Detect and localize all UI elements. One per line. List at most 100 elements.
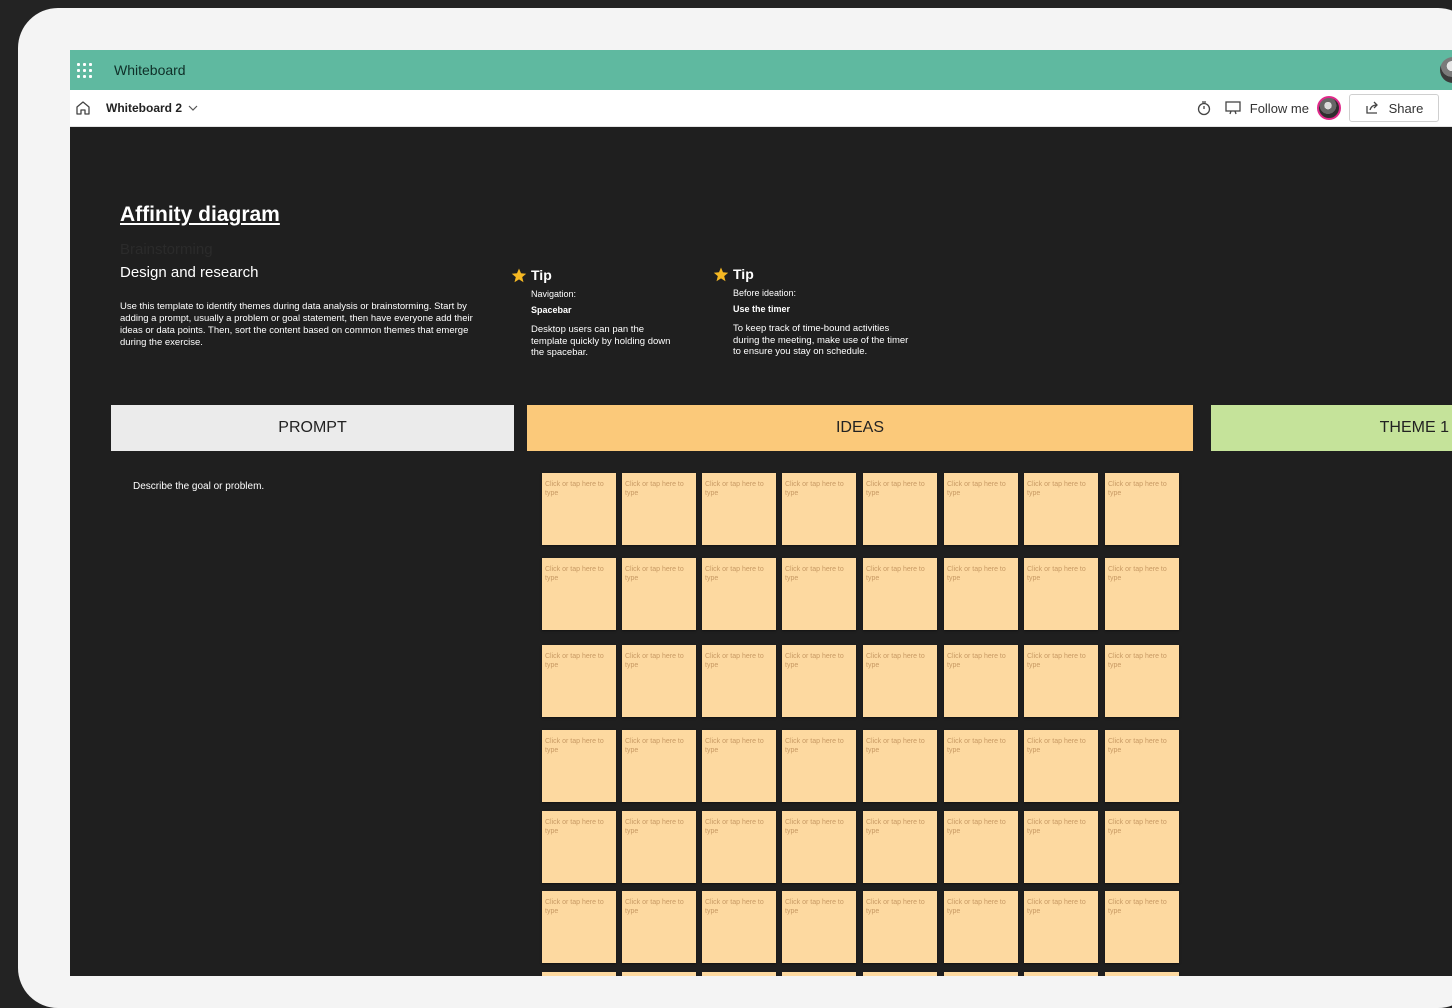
sticky-note[interactable]: Click or tap here to type (622, 972, 696, 976)
sticky-note-placeholder: Click or tap here to type (705, 738, 764, 754)
sticky-note[interactable]: Click or tap here to type (782, 730, 856, 802)
sticky-note[interactable]: Click or tap here to type (782, 891, 856, 963)
sticky-note[interactable]: Click or tap here to type (542, 645, 616, 717)
sticky-note[interactable]: Click or tap here to type (622, 558, 696, 630)
whiteboard-canvas[interactable]: Affinity diagram Brainstorming Design an… (70, 126, 1452, 976)
tip-name: Spacebar (531, 305, 572, 315)
sticky-note[interactable]: Click or tap here to type (1105, 645, 1179, 717)
sticky-note[interactable]: Click or tap here to type (863, 891, 937, 963)
app-launcher-icon[interactable] (77, 62, 93, 78)
sticky-note[interactable]: Click or tap here to type (1105, 972, 1179, 976)
sticky-note[interactable]: Click or tap here to type (782, 645, 856, 717)
sticky-note[interactable]: Click or tap here to type (863, 811, 937, 883)
sticky-note[interactable]: Click or tap here to type (863, 645, 937, 717)
sticky-note-placeholder: Click or tap here to type (785, 819, 844, 835)
sticky-note[interactable]: Click or tap here to type (944, 473, 1018, 545)
sticky-note[interactable]: Click or tap here to type (542, 558, 616, 630)
sticky-note[interactable]: Click or tap here to type (622, 891, 696, 963)
sticky-note[interactable]: Click or tap here to type (1024, 730, 1098, 802)
sticky-note[interactable]: Click or tap here to type (702, 891, 776, 963)
sticky-note-placeholder: Click or tap here to type (705, 566, 764, 582)
sticky-note[interactable]: Click or tap here to type (944, 645, 1018, 717)
sticky-note[interactable]: Click or tap here to type (622, 811, 696, 883)
sticky-note[interactable]: Click or tap here to type (863, 972, 937, 976)
home-icon[interactable] (74, 99, 92, 117)
sticky-note[interactable]: Click or tap here to type (702, 473, 776, 545)
sticky-note-placeholder: Click or tap here to type (866, 819, 925, 835)
sticky-note[interactable]: Click or tap here to type (702, 645, 776, 717)
column-header-ideas[interactable]: IDEAS (527, 405, 1193, 451)
sticky-note-placeholder: Click or tap here to type (1108, 738, 1167, 754)
presence-avatar[interactable] (1317, 96, 1341, 120)
sticky-note[interactable]: Click or tap here to type (863, 730, 937, 802)
sticky-note-placeholder: Click or tap here to type (947, 738, 1006, 754)
sticky-note-placeholder: Click or tap here to type (866, 481, 925, 497)
follow-icon[interactable] (1224, 100, 1242, 116)
sticky-note-placeholder: Click or tap here to type (785, 481, 844, 497)
sticky-note[interactable]: Click or tap here to type (622, 473, 696, 545)
sticky-note[interactable]: Click or tap here to type (542, 972, 616, 976)
sticky-note-placeholder: Click or tap here to type (947, 819, 1006, 835)
account-avatar[interactable] (1440, 57, 1452, 83)
sticky-note-placeholder: Click or tap here to type (866, 653, 925, 669)
chevron-down-icon[interactable] (188, 103, 198, 113)
follow-me-button[interactable]: Follow me (1250, 101, 1309, 116)
sticky-note-placeholder: Click or tap here to type (1027, 566, 1086, 582)
sticky-note[interactable]: Click or tap here to type (1105, 473, 1179, 545)
timer-icon[interactable] (1196, 100, 1212, 116)
sticky-note-placeholder: Click or tap here to type (1027, 899, 1086, 915)
sticky-note-placeholder: Click or tap here to type (545, 738, 604, 754)
sticky-note[interactable]: Click or tap here to type (542, 473, 616, 545)
sticky-note[interactable]: Click or tap here to type (1105, 811, 1179, 883)
tip-category: Navigation: (531, 289, 577, 299)
sticky-note[interactable]: Click or tap here to type (782, 972, 856, 976)
sticky-note[interactable]: Click or tap here to type (622, 730, 696, 802)
sticky-note-placeholder: Click or tap here to type (545, 481, 604, 497)
sticky-note[interactable]: Click or tap here to type (944, 891, 1018, 963)
tip-name: Use the timer (733, 304, 791, 314)
sticky-note[interactable]: Click or tap here to type (1024, 645, 1098, 717)
share-button[interactable]: Share (1349, 94, 1439, 122)
sticky-note-placeholder: Click or tap here to type (866, 566, 925, 582)
sticky-note-placeholder: Click or tap here to type (545, 566, 604, 582)
sticky-note-placeholder: Click or tap here to type (785, 899, 844, 915)
sticky-note[interactable]: Click or tap here to type (1024, 473, 1098, 545)
sticky-note[interactable]: Click or tap here to type (1105, 558, 1179, 630)
sticky-note[interactable]: Click or tap here to type (702, 558, 776, 630)
sticky-note[interactable]: Click or tap here to type (1024, 558, 1098, 630)
tip-category: Before ideation: (733, 288, 797, 298)
sticky-note[interactable]: Click or tap here to type (622, 645, 696, 717)
sticky-note-placeholder: Click or tap here to type (705, 653, 764, 669)
prompt-placeholder[interactable]: Describe the goal or problem. (133, 481, 264, 492)
board-name[interactable]: Whiteboard 2 (106, 101, 182, 115)
sticky-note[interactable]: Click or tap here to type (1024, 891, 1098, 963)
sticky-note-placeholder: Click or tap here to type (866, 738, 925, 754)
sticky-note[interactable]: Click or tap here to type (944, 558, 1018, 630)
sticky-note[interactable]: Click or tap here to type (782, 558, 856, 630)
sticky-note[interactable]: Click or tap here to type (542, 891, 616, 963)
sticky-note-placeholder: Click or tap here to type (1027, 738, 1086, 754)
sticky-note-placeholder: Click or tap here to type (705, 819, 764, 835)
sticky-note[interactable]: Click or tap here to type (702, 730, 776, 802)
sticky-note[interactable]: Click or tap here to type (782, 811, 856, 883)
sticky-note[interactable]: Click or tap here to type (702, 972, 776, 976)
sticky-note[interactable]: Click or tap here to type (1105, 730, 1179, 802)
sticky-note[interactable]: Click or tap here to type (1024, 972, 1098, 976)
sticky-note[interactable]: Click or tap here to type (863, 558, 937, 630)
sticky-note[interactable]: Click or tap here to type (1024, 811, 1098, 883)
sticky-note[interactable]: Click or tap here to type (1105, 891, 1179, 963)
sticky-note-placeholder: Click or tap here to type (1108, 653, 1167, 669)
column-header-theme-1[interactable]: THEME 1 (1211, 405, 1452, 451)
sticky-note[interactable]: Click or tap here to type (782, 473, 856, 545)
column-header-prompt[interactable]: PROMPT (111, 405, 514, 451)
sticky-note[interactable]: Click or tap here to type (944, 730, 1018, 802)
sticky-note[interactable]: Click or tap here to type (542, 730, 616, 802)
sticky-note[interactable]: Click or tap here to type (542, 811, 616, 883)
sticky-note-placeholder: Click or tap here to type (785, 738, 844, 754)
sticky-note[interactable]: Click or tap here to type (944, 811, 1018, 883)
sticky-note-placeholder: Click or tap here to type (625, 899, 684, 915)
app-window: Whiteboard Whiteboard 2 Follow me Share … (70, 50, 1452, 976)
sticky-note[interactable]: Click or tap here to type (944, 972, 1018, 976)
sticky-note[interactable]: Click or tap here to type (863, 473, 937, 545)
sticky-note[interactable]: Click or tap here to type (702, 811, 776, 883)
